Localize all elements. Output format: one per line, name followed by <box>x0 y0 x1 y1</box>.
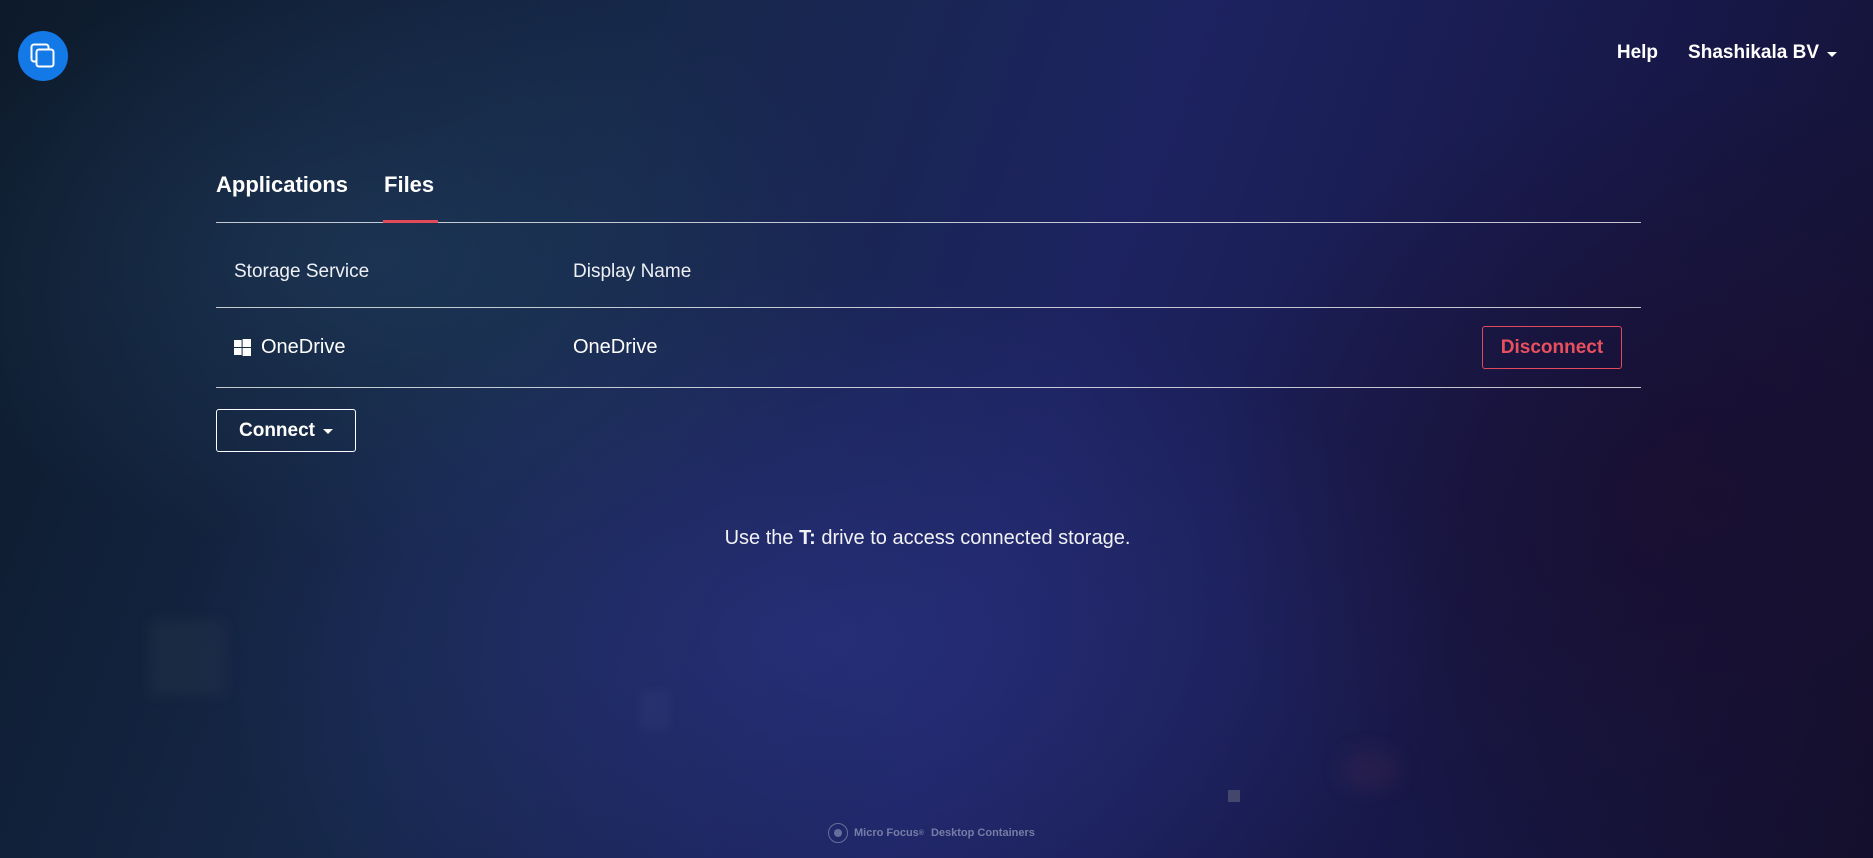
top-nav: Help Shashikala BV <box>1617 42 1837 64</box>
app-layers-icon <box>30 43 55 68</box>
connect-label: Connect <box>239 419 315 441</box>
column-header-display-name: Display Name <box>573 260 692 282</box>
windows-icon <box>234 339 251 356</box>
user-menu[interactable]: Shashikala BV <box>1688 42 1837 64</box>
display-name-cell: OneDrive <box>573 336 658 358</box>
storage-table: Storage Service Display Name OneDrive On… <box>216 240 1641 388</box>
disconnect-button[interactable]: Disconnect <box>1482 326 1622 369</box>
footer-product: Desktop Containers <box>930 827 1035 839</box>
storage-hint: Use the T: drive to access connected sto… <box>0 527 1855 550</box>
hint-drive: T: <box>799 527 816 549</box>
storage-service-name: OneDrive <box>261 336 346 358</box>
user-name: Shashikala BV <box>1688 42 1819 63</box>
hint-suffix: drive to access connected storage. <box>821 527 1131 549</box>
micro-focus-logo-icon <box>828 823 848 843</box>
chevron-down-icon <box>1827 51 1837 57</box>
app-logo[interactable] <box>18 31 68 81</box>
help-link[interactable]: Help <box>1617 42 1658 64</box>
hint-prefix: Use the <box>724 527 794 549</box>
footer-trademark: ® <box>918 829 924 837</box>
tab-applications[interactable]: Applications <box>216 168 348 221</box>
tab-files[interactable]: Files <box>383 168 439 223</box>
chevron-down-icon <box>323 429 333 434</box>
background-blur <box>150 620 225 695</box>
background-square <box>1228 790 1240 802</box>
background-blur <box>640 690 670 730</box>
table-header: Storage Service Display Name <box>216 240 1641 308</box>
storage-service-cell: OneDrive <box>216 336 573 359</box>
footer-brand: Micro Focus <box>854 827 919 839</box>
connect-dropdown-button[interactable]: Connect <box>216 409 356 452</box>
column-header-storage-service: Storage Service <box>234 260 370 282</box>
table-row: OneDrive OneDrive Disconnect <box>216 308 1641 388</box>
tab-bar: Applications Files <box>216 168 1641 223</box>
footer-branding: Micro Focus ® Desktop Containers <box>828 823 1035 843</box>
background-blur <box>1340 750 1400 790</box>
